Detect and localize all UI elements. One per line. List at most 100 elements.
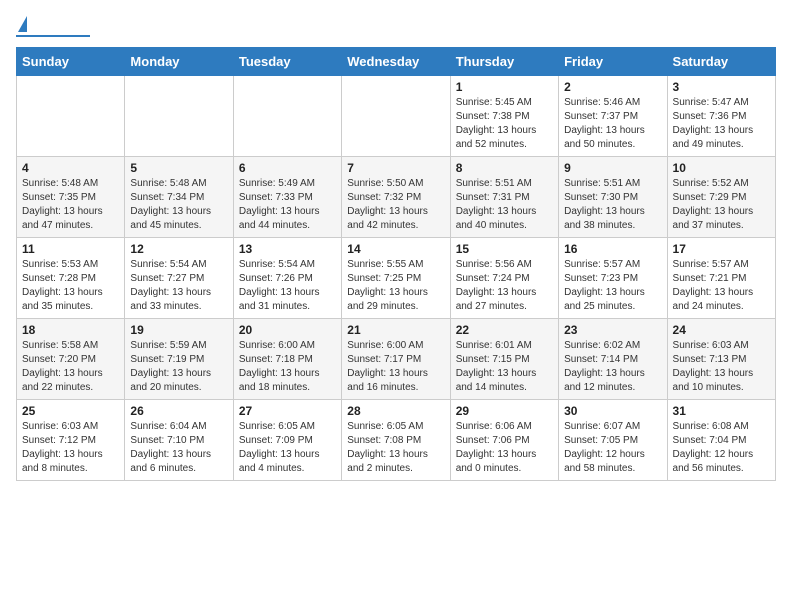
day-cell: 27Sunrise: 6:05 AMSunset: 7:09 PMDayligh… [233,400,341,481]
day-info: Sunrise: 6:04 AMSunset: 7:10 PMDaylight:… [130,420,227,476]
day-cell: 12 Sunrise: 5:54 AMSunset: 7:27 PMDayligh… [125,238,233,319]
day-cell [17,76,125,157]
day-cell: 19 Sunrise: 5:59 AMSunset: 7:19 PMDayligh… [125,319,233,400]
day-number: 1 [456,80,553,94]
day-info: Sunrise: 5:57 AMSunset: 7:21 PMDaylight:… [673,258,770,314]
day-number: 7 [347,161,444,175]
day-number: 5 [130,161,227,175]
day-info: Sunrise: 6:03 AMSunset: 7:13 PMDaylight:… [673,339,770,395]
day-number: 3 [673,80,770,94]
day-number: 6 [239,161,336,175]
day-number: 29 [456,404,553,418]
day-number: 2 [564,80,661,94]
col-tuesday: Tuesday [233,48,341,76]
week-row-4: 18 Sunrise: 5:58 AMSunset: 7:20 PMDayligh… [17,319,776,400]
day-number: 10 [673,161,770,175]
day-number: 21 [347,323,444,337]
day-cell: 29 Sunrise: 6:06 AMSunset: 7:06 PMDayligh… [450,400,558,481]
logo-triangle [18,16,27,32]
day-cell: 24 Sunrise: 6:03 AMSunset: 7:13 PMDayligh… [667,319,775,400]
day-info: Sunrise: 6:06 AMSunset: 7:06 PMDaylight:… [456,420,553,476]
logo-underline [16,35,90,37]
day-info: Sunrise: 5:59 AMSunset: 7:19 PMDaylight:… [130,339,227,395]
day-info: Sunrise: 5:47 AMSunset: 7:36 PMDaylight:… [673,96,770,152]
header [16,16,776,37]
day-cell: 15 Sunrise: 5:56 AMSunset: 7:24 PMDayligh… [450,238,558,319]
week-row-1: 1 Sunrise: 5:45 AMSunset: 7:38 PMDaylight… [17,76,776,157]
week-row-3: 11 Sunrise: 5:53 AMSunset: 7:28 PMDayligh… [17,238,776,319]
day-cell [342,76,450,157]
day-number: 12 [130,242,227,256]
day-cell: 30 Sunrise: 6:07 AMSunset: 7:05 PMDayligh… [559,400,667,481]
day-cell: 17 Sunrise: 5:57 AMSunset: 7:21 PMDayligh… [667,238,775,319]
day-cell: 13 Sunrise: 5:54 AMSunset: 7:26 PMDayligh… [233,238,341,319]
day-info: Sunrise: 5:48 AMSunset: 7:35 PMDaylight:… [22,177,119,233]
day-info: Sunrise: 6:01 AMSunset: 7:15 PMDaylight:… [456,339,553,395]
day-cell: 10 Sunrise: 5:52 AMSunset: 7:29 PMDayligh… [667,157,775,238]
day-info: Sunrise: 5:51 AMSunset: 7:30 PMDaylight:… [564,177,661,233]
day-cell: 4Sunrise: 5:48 AMSunset: 7:35 PMDaylight… [17,157,125,238]
day-info: Sunrise: 5:54 AMSunset: 7:26 PMDaylight:… [239,258,336,314]
day-info: Sunrise: 5:52 AMSunset: 7:29 PMDaylight:… [673,177,770,233]
day-number: 20 [239,323,336,337]
day-cell: 6 Sunrise: 5:49 AMSunset: 7:33 PMDaylight… [233,157,341,238]
day-number: 23 [564,323,661,337]
day-cell: 11 Sunrise: 5:53 AMSunset: 7:28 PMDayligh… [17,238,125,319]
day-cell: 23 Sunrise: 6:02 AMSunset: 7:14 PMDayligh… [559,319,667,400]
day-cell: 22Sunrise: 6:01 AMSunset: 7:15 PMDayligh… [450,319,558,400]
col-sunday: Sunday [17,48,125,76]
day-number: 27 [239,404,336,418]
logo [16,16,90,37]
day-number: 26 [130,404,227,418]
col-monday: Monday [125,48,233,76]
day-info: Sunrise: 6:02 AMSunset: 7:14 PMDaylight:… [564,339,661,395]
day-info: Sunrise: 5:46 AMSunset: 7:37 PMDaylight:… [564,96,661,152]
day-cell [125,76,233,157]
day-number: 11 [22,242,119,256]
day-cell: 28 Sunrise: 6:05 AMSunset: 7:08 PMDayligh… [342,400,450,481]
day-info: Sunrise: 6:08 AMSunset: 7:04 PMDaylight:… [673,420,770,476]
header-row: Sunday Monday Tuesday Wednesday Thursday… [17,48,776,76]
day-info: Sunrise: 6:00 AMSunset: 7:17 PMDaylight:… [347,339,444,395]
day-cell: 16Sunrise: 5:57 AMSunset: 7:23 PMDayligh… [559,238,667,319]
day-info: Sunrise: 6:00 AMSunset: 7:18 PMDaylight:… [239,339,336,395]
day-info: Sunrise: 5:51 AMSunset: 7:31 PMDaylight:… [456,177,553,233]
day-info: Sunrise: 5:56 AMSunset: 7:24 PMDaylight:… [456,258,553,314]
col-wednesday: Wednesday [342,48,450,76]
day-cell: 20 Sunrise: 6:00 AMSunset: 7:18 PMDayligh… [233,319,341,400]
day-number: 9 [564,161,661,175]
day-info: Sunrise: 6:03 AMSunset: 7:12 PMDaylight:… [22,420,119,476]
day-cell: 26 Sunrise: 6:04 AMSunset: 7:10 PMDayligh… [125,400,233,481]
day-number: 13 [239,242,336,256]
day-info: Sunrise: 5:49 AMSunset: 7:33 PMDaylight:… [239,177,336,233]
day-cell: 1 Sunrise: 5:45 AMSunset: 7:38 PMDaylight… [450,76,558,157]
week-row-2: 4Sunrise: 5:48 AMSunset: 7:35 PMDaylight… [17,157,776,238]
day-info: Sunrise: 5:57 AMSunset: 7:23 PMDaylight:… [564,258,661,314]
day-cell: 21 Sunrise: 6:00 AMSunset: 7:17 PMDayligh… [342,319,450,400]
day-number: 18 [22,323,119,337]
day-info: Sunrise: 5:53 AMSunset: 7:28 PMDaylight:… [22,258,119,314]
day-number: 28 [347,404,444,418]
day-number: 15 [456,242,553,256]
day-info: Sunrise: 6:07 AMSunset: 7:05 PMDaylight:… [564,420,661,476]
day-info: Sunrise: 6:05 AMSunset: 7:08 PMDaylight:… [347,420,444,476]
day-cell: 14Sunrise: 5:55 AMSunset: 7:25 PMDayligh… [342,238,450,319]
week-row-5: 25 Sunrise: 6:03 AMSunset: 7:12 PMDayligh… [17,400,776,481]
day-cell: 7Sunrise: 5:50 AMSunset: 7:32 PMDaylight… [342,157,450,238]
day-number: 17 [673,242,770,256]
main-container: Sunday Monday Tuesday Wednesday Thursday… [0,0,792,491]
day-info: Sunrise: 5:58 AMSunset: 7:20 PMDaylight:… [22,339,119,395]
day-cell: 18 Sunrise: 5:58 AMSunset: 7:20 PMDayligh… [17,319,125,400]
col-saturday: Saturday [667,48,775,76]
day-info: Sunrise: 5:45 AMSunset: 7:38 PMDaylight:… [456,96,553,152]
col-thursday: Thursday [450,48,558,76]
day-number: 14 [347,242,444,256]
day-info: Sunrise: 5:54 AMSunset: 7:27 PMDaylight:… [130,258,227,314]
day-number: 30 [564,404,661,418]
day-number: 25 [22,404,119,418]
day-cell: 2 Sunrise: 5:46 AMSunset: 7:37 PMDaylight… [559,76,667,157]
day-number: 24 [673,323,770,337]
day-cell: 8Sunrise: 5:51 AMSunset: 7:31 PMDaylight… [450,157,558,238]
day-number: 19 [130,323,227,337]
day-cell: 5Sunrise: 5:48 AMSunset: 7:34 PMDaylight… [125,157,233,238]
